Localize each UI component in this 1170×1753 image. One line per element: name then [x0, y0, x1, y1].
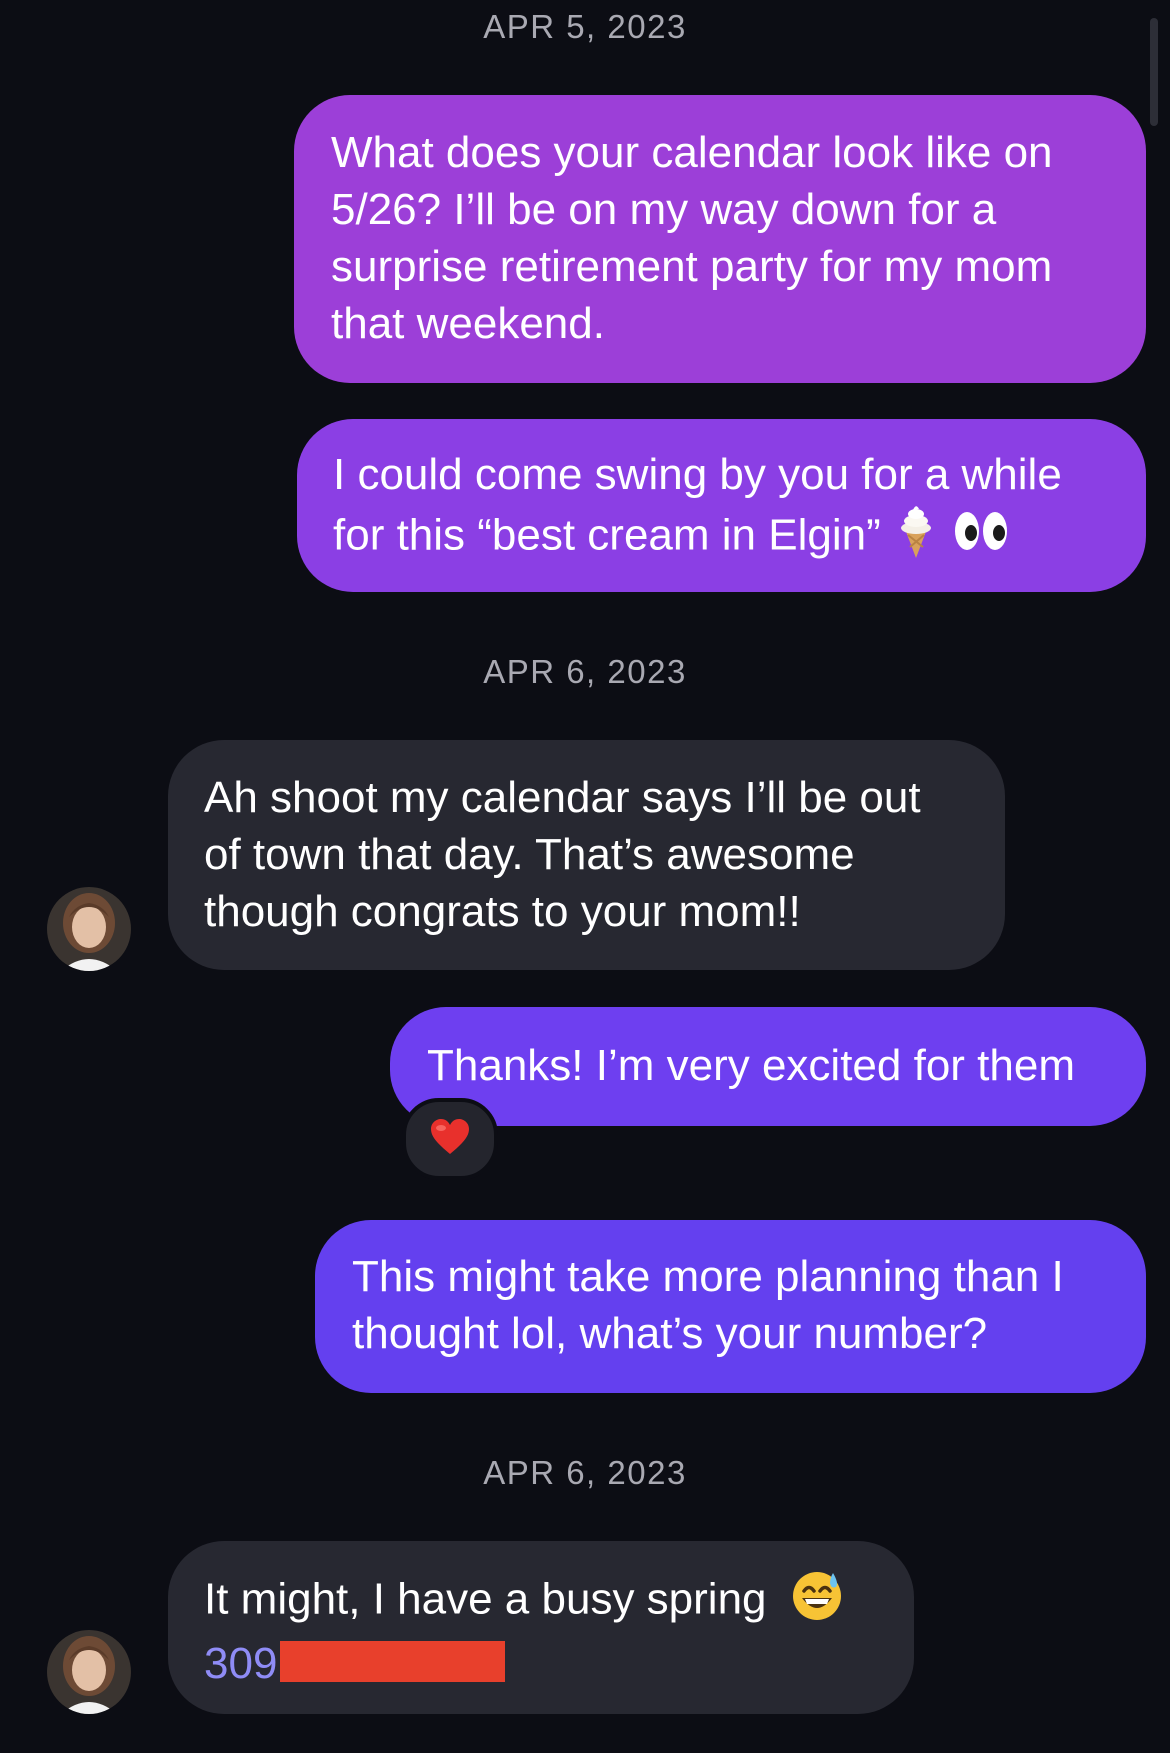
phone-number-link[interactable]: 309	[204, 1639, 277, 1688]
contact-avatar[interactable]	[47, 1630, 131, 1714]
message-line: Thanks! I’m very excited for them	[427, 1041, 1075, 1090]
incoming-message-bubble[interactable]: Ah shoot my calendar says I’ll be out of…	[168, 740, 1005, 970]
ice-cream-icon	[899, 503, 933, 573]
outgoing-message-bubble[interactable]: I could come swing by you for a while fo…	[297, 419, 1146, 592]
message-line: This might take more planning than I	[352, 1252, 1064, 1301]
message-line: thought lol, what’s your number?	[352, 1309, 988, 1358]
message-line: I could come swing by you for a while	[333, 450, 1062, 499]
phone-number-line: 309	[204, 1635, 878, 1692]
contact-avatar[interactable]	[47, 887, 131, 971]
message-line: though congrats to your mom!!	[204, 887, 801, 936]
incoming-message-bubble[interactable]: It might, I have a busy spring 309	[168, 1541, 914, 1714]
reaction-badge[interactable]	[402, 1098, 498, 1180]
message-line-with-emoji: It might, I have a busy spring	[204, 1569, 878, 1635]
message-text: for this “best cream in Elgin”	[333, 510, 881, 560]
heart-icon	[430, 1118, 470, 1160]
outgoing-message-bubble[interactable]: Thanks! I’m very excited for them	[390, 1007, 1146, 1126]
message-line: What does your calendar look like on	[331, 128, 1053, 177]
message-line: Ah shoot my calendar says I’ll be out	[204, 773, 921, 822]
date-separator: APR 6, 2023	[483, 653, 687, 690]
date-separator: APR 6, 2023	[483, 1454, 687, 1491]
outgoing-message-bubble[interactable]: What does your calendar look like on 5/2…	[294, 95, 1146, 383]
message-line: 5/26? I’ll be on my way down for a	[331, 185, 997, 234]
eyes-icon	[953, 509, 1011, 567]
date-separator: APR 5, 2023	[483, 8, 687, 45]
message-text: It might, I have a busy spring	[204, 1574, 767, 1624]
message-line-with-emoji: for this “best cream in Elgin”	[333, 503, 1110, 573]
message-line: of town that day. That’s awesome	[204, 830, 855, 879]
grinning-sweat-icon	[791, 1569, 843, 1635]
message-line: that weekend.	[331, 299, 605, 348]
outgoing-message-bubble[interactable]: This might take more planning than I tho…	[315, 1220, 1146, 1393]
redaction-block	[280, 1641, 506, 1682]
message-line: surprise retirement party for my mom	[331, 242, 1053, 291]
